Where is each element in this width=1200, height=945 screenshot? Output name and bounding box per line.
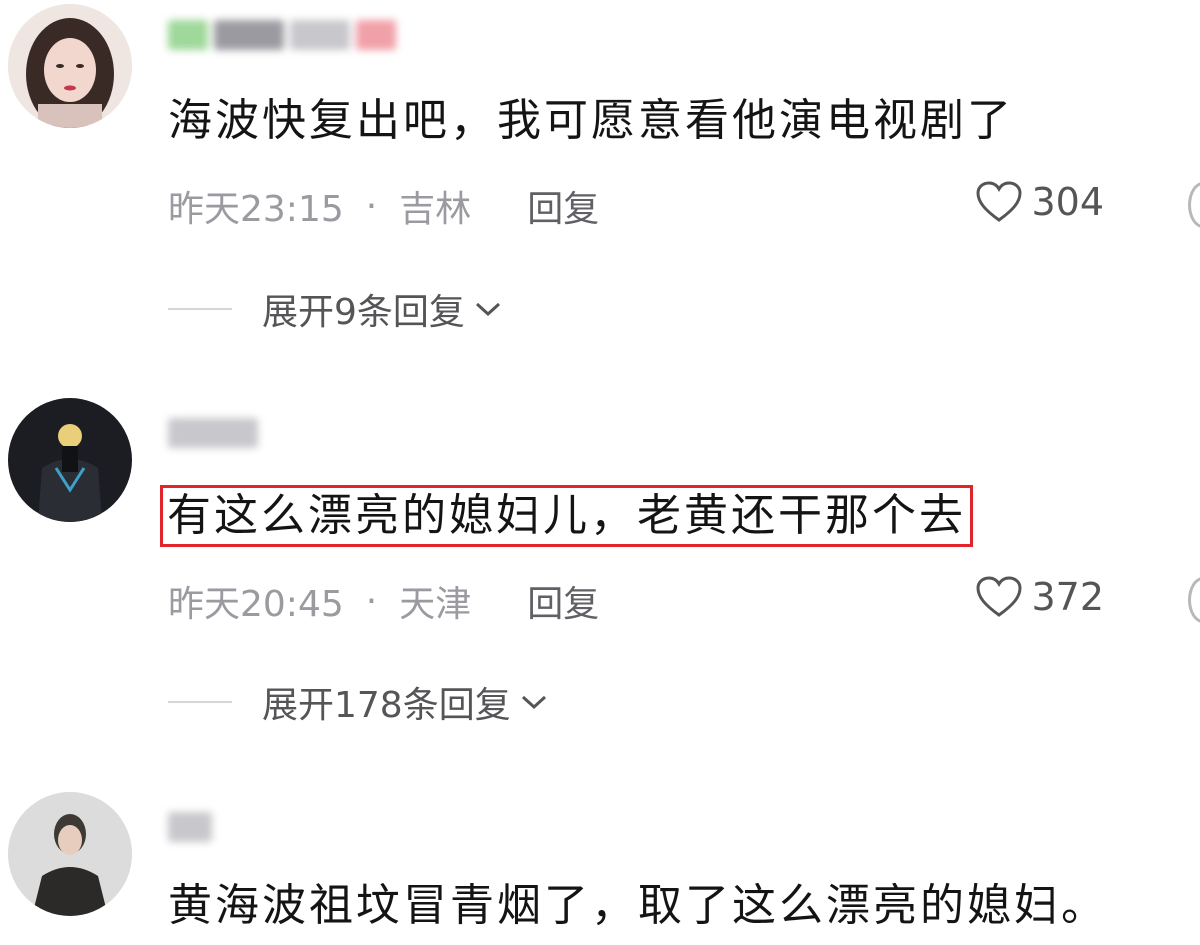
avatar[interactable] — [8, 792, 132, 916]
avatar[interactable] — [8, 4, 132, 128]
avatar[interactable] — [8, 398, 132, 522]
comment-list: 海波快复出吧，我可愿意看他演电视剧了 昨天23:15 · 吉林 回复 304 展… — [0, 0, 1200, 945]
expand-replies-label: 展开9条回复 — [262, 292, 465, 333]
comment-text: 海波快复出吧，我可愿意看他演电视剧了 — [168, 95, 1014, 146]
comment-text-highlighted: 有这么漂亮的媳妇儿，老黄还干那个去 — [160, 485, 973, 547]
username-blurred[interactable] — [168, 14, 396, 56]
comment-time: 昨天20:45 — [168, 584, 344, 625]
side-icon-partial[interactable] — [1188, 182, 1200, 228]
like-count: 304 — [1031, 180, 1104, 224]
chevron-down-icon — [521, 695, 546, 710]
comment-meta: 昨天20:45 · 天津 回复 — [168, 575, 599, 627]
divider-line — [168, 701, 232, 703]
chevron-down-icon — [475, 302, 500, 317]
heart-outline-icon — [976, 576, 1022, 617]
comment-meta: 昨天23:15 · 吉林 回复 — [168, 180, 599, 232]
heart-outline-icon — [976, 181, 1022, 222]
meta-separator: · — [365, 580, 378, 622]
expand-replies-button[interactable]: 展开9条回复 — [168, 283, 503, 335]
comment-text: 黄海波祖坟冒青烟了，取了这么漂亮的媳妇。 — [168, 880, 1108, 931]
like-button[interactable]: 372 — [975, 575, 1104, 619]
divider-line — [168, 308, 232, 310]
meta-separator: · — [365, 185, 378, 227]
expand-replies-button[interactable]: 展开178条回复 — [168, 676, 549, 728]
side-icon-partial[interactable] — [1188, 577, 1200, 623]
username-blurred[interactable] — [168, 412, 258, 454]
reply-button[interactable]: 回复 — [527, 575, 599, 627]
comment-location: 吉林 — [399, 189, 472, 230]
username-blurred[interactable] — [168, 806, 212, 848]
comment-location: 天津 — [399, 584, 472, 625]
expand-replies-label: 展开178条回复 — [262, 685, 511, 726]
comment-time: 昨天23:15 — [168, 189, 344, 230]
like-count: 372 — [1031, 575, 1104, 619]
like-button[interactable]: 304 — [975, 180, 1104, 224]
reply-button[interactable]: 回复 — [527, 180, 599, 232]
